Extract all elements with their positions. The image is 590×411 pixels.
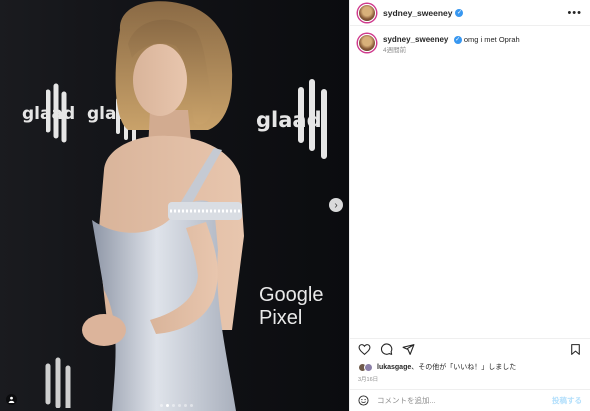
emoji-icon[interactable] <box>358 395 369 406</box>
carousel-dot <box>190 404 193 407</box>
post-date[interactable]: 3月16日 <box>358 375 378 383</box>
carousel-dot <box>172 404 175 407</box>
caption-text: omg i met Oprah <box>463 35 520 44</box>
post-photo[interactable]: glaad glaad glaad Google Pixel › <box>0 0 349 411</box>
heart-icon[interactable] <box>358 343 371 356</box>
comment-bar: 投稿する <box>350 389 590 411</box>
avatar[interactable] <box>358 3 376 22</box>
verified-badge-icon: ✓ <box>455 8 464 17</box>
post-header: sydney_sweeney ✓ ••• <box>350 0 590 26</box>
share-icon[interactable] <box>402 343 415 356</box>
comment-icon[interactable] <box>380 343 393 356</box>
carousel-dot-active <box>166 404 169 407</box>
carousel-dot <box>184 404 187 407</box>
action-bar <box>350 338 590 360</box>
user-tag-icon[interactable] <box>6 394 17 405</box>
comment-input[interactable] <box>377 396 552 405</box>
caption-username[interactable]: sydney_sweeney <box>383 35 448 44</box>
likes-text: lukasgage、その他が「いいね！」しました <box>377 362 516 372</box>
caption-timestamp[interactable]: 4週間前 <box>383 45 520 56</box>
more-icon[interactable]: ••• <box>567 7 582 19</box>
caption-body: sydney_sweeney ✓ omg i met Oprah 4週間前 <box>383 34 520 56</box>
post-comment-button[interactable]: 投稿する <box>552 395 582 406</box>
likes-suffix: 、その他が「いいね！」しました <box>411 364 517 371</box>
post-side-panel: sydney_sweeney ✓ ••• sydney_sweeney ✓ om… <box>349 0 590 411</box>
verified-badge-icon: ✓ <box>453 35 462 44</box>
likes-summary[interactable]: lukasgage、その他が「いいね！」しました <box>358 362 516 372</box>
caption: sydney_sweeney ✓ omg i met Oprah 4週間前 <box>350 26 590 56</box>
carousel-dot <box>178 404 181 407</box>
author-username[interactable]: sydney_sweeney <box>383 8 452 18</box>
carousel-indicator <box>160 404 193 407</box>
likes-username[interactable]: lukasgage <box>377 364 411 371</box>
person-illustration <box>82 1 244 411</box>
avatar[interactable] <box>358 34 376 52</box>
next-photo-button[interactable]: › <box>329 198 343 212</box>
carousel-dot <box>160 404 163 407</box>
chevron-right-icon: › <box>334 199 338 211</box>
bookmark-icon[interactable] <box>569 343 582 356</box>
avatar <box>364 362 373 372</box>
